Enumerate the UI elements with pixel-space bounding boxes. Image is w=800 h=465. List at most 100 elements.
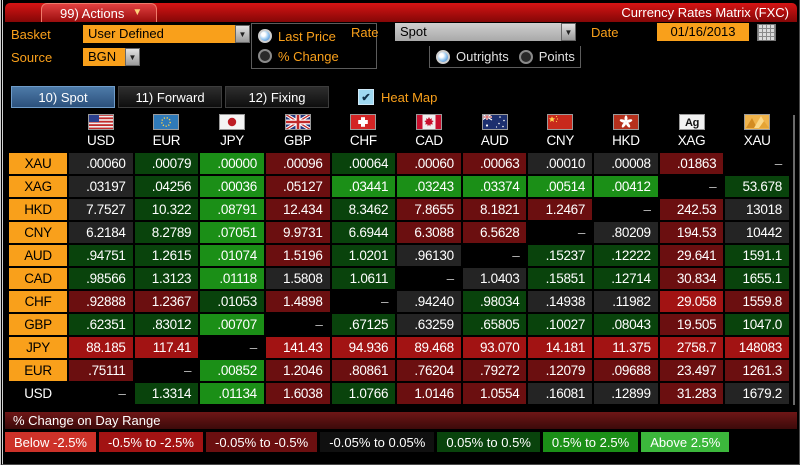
row-label-xau[interactable]: XAU [9, 153, 67, 174]
cell-usd-cad[interactable]: 1.0146 [397, 383, 461, 404]
cell-xag-cny[interactable]: .00514 [528, 176, 593, 197]
cell-cny-jpy[interactable]: .07051 [200, 222, 264, 243]
cell-cad-chf[interactable]: 1.0611 [331, 268, 396, 289]
row-label-aud[interactable]: AUD [9, 245, 67, 266]
cell-hkd-chf[interactable]: 8.3462 [331, 199, 396, 220]
cell-gbp-cad[interactable]: .63259 [397, 314, 461, 335]
cell-gbp-xag[interactable]: 19.505 [659, 314, 724, 335]
cell-jpy-hkd[interactable]: 11.375 [594, 337, 658, 358]
cell-aud-eur[interactable]: 1.2615 [134, 245, 199, 266]
cell-xau-jpy[interactable]: .00000 [200, 153, 264, 174]
cell-aud-chf[interactable]: 1.0201 [331, 245, 396, 266]
tab--spot[interactable]: 10) Spot [11, 86, 115, 108]
row-label-hkd[interactable]: HKD [9, 199, 67, 220]
cell-aud-xag[interactable]: 29.641 [659, 245, 724, 266]
cell-jpy-cny[interactable]: 14.181 [528, 337, 593, 358]
source-dropdown-arrow-icon[interactable]: ▼ [125, 48, 140, 66]
basket-dropdown-arrow-icon[interactable]: ▼ [235, 25, 250, 43]
cell-usd-eur[interactable]: 1.3314 [134, 383, 199, 404]
cell-xag-xau[interactable]: 53.678 [725, 176, 789, 197]
cell-xau-cad[interactable]: .00060 [397, 153, 461, 174]
cell-cny-xag[interactable]: 194.53 [659, 222, 724, 243]
row-label-cad[interactable]: CAD [9, 268, 67, 289]
basket-select[interactable]: User Defined [83, 25, 235, 43]
cell-cny-cny[interactable]: – [528, 222, 593, 243]
rate-dropdown-arrow-icon[interactable]: ▼ [561, 23, 576, 41]
col-header-jpy[interactable]: JPY [200, 133, 264, 149]
cell-hkd-usd[interactable]: 7.7527 [69, 199, 133, 220]
cell-usd-chf[interactable]: 1.0766 [331, 383, 396, 404]
cell-hkd-eur[interactable]: 10.322 [134, 199, 199, 220]
cell-chf-cny[interactable]: .14938 [528, 291, 593, 312]
cell-cad-xag[interactable]: 30.834 [659, 268, 724, 289]
cell-xag-xag[interactable]: – [659, 176, 724, 197]
cell-gbp-eur[interactable]: .83012 [134, 314, 199, 335]
cell-cny-hkd[interactable]: .80209 [594, 222, 658, 243]
cell-jpy-chf[interactable]: 94.936 [331, 337, 396, 358]
price-mode-radio-icon[interactable] [258, 49, 272, 63]
cell-cny-chf[interactable]: 6.6944 [331, 222, 396, 243]
cell-usd-usd[interactable]: – [69, 383, 133, 404]
col-header-xag[interactable]: XAG [660, 133, 724, 149]
source-select[interactable]: BGN [83, 48, 125, 66]
col-header-xau[interactable]: XAU [725, 133, 789, 149]
cell-cny-cad[interactable]: 6.3088 [397, 222, 461, 243]
tab--forward[interactable]: 11) Forward [118, 86, 222, 108]
cell-jpy-xag[interactable]: 2758.7 [659, 337, 724, 358]
cell-aud-cny[interactable]: .15237 [528, 245, 593, 266]
row-label-jpy[interactable]: JPY [9, 337, 67, 358]
cell-xau-gbp[interactable]: .00096 [265, 153, 330, 174]
cell-cny-usd[interactable]: 6.2184 [69, 222, 133, 243]
cell-jpy-cad[interactable]: 89.468 [397, 337, 461, 358]
col-header-aud[interactable]: AUD [463, 133, 527, 149]
cell-gbp-usd[interactable]: .62351 [69, 314, 133, 335]
cell-hkd-hkd[interactable]: – [594, 199, 658, 220]
col-header-chf[interactable]: CHF [332, 133, 396, 149]
cell-xau-xau[interactable]: – [725, 153, 789, 174]
cell-cny-gbp[interactable]: 9.9731 [265, 222, 330, 243]
cell-eur-chf[interactable]: .80861 [331, 360, 396, 381]
tab--fixing[interactable]: 12) Fixing [225, 86, 329, 108]
row-label-eur[interactable]: EUR [9, 360, 67, 381]
cell-xag-gbp[interactable]: .05127 [265, 176, 330, 197]
cell-gbp-chf[interactable]: .67125 [331, 314, 396, 335]
cell-cny-aud[interactable]: 6.5628 [462, 222, 527, 243]
cell-chf-usd[interactable]: .92888 [69, 291, 133, 312]
cell-chf-aud[interactable]: .98034 [462, 291, 527, 312]
cell-xau-cny[interactable]: .00010 [528, 153, 593, 174]
cell-gbp-hkd[interactable]: .08043 [594, 314, 658, 335]
rate-mode-radio-label[interactable]: Outrights [456, 49, 509, 64]
cell-chf-cad[interactable]: .94240 [397, 291, 461, 312]
cell-eur-usd[interactable]: .75111 [69, 360, 133, 381]
cell-eur-jpy[interactable]: .00852 [200, 360, 264, 381]
cell-xag-eur[interactable]: .04256 [134, 176, 199, 197]
cell-usd-cny[interactable]: .16081 [528, 383, 593, 404]
cell-chf-jpy[interactable]: .01053 [200, 291, 264, 312]
cell-aud-jpy[interactable]: .01074 [200, 245, 264, 266]
rate-mode-radio-icon[interactable] [518, 49, 533, 64]
cell-eur-eur[interactable]: – [134, 360, 199, 381]
cell-chf-gbp[interactable]: 1.4898 [265, 291, 330, 312]
cell-eur-aud[interactable]: .79272 [462, 360, 527, 381]
cell-gbp-cny[interactable]: .10027 [528, 314, 593, 335]
cell-gbp-jpy[interactable]: .00707 [200, 314, 264, 335]
row-label-xag[interactable]: XAG [9, 176, 67, 197]
cell-usd-hkd[interactable]: .12899 [594, 383, 658, 404]
cell-chf-xau[interactable]: 1559.8 [725, 291, 789, 312]
cell-jpy-jpy[interactable]: – [200, 337, 264, 358]
cell-cny-xau[interactable]: 10442 [725, 222, 789, 243]
cell-cad-usd[interactable]: .98566 [69, 268, 133, 289]
actions-menu-button[interactable]: 99) Actions ▼ [41, 3, 158, 22]
cell-xau-xag[interactable]: .01863 [659, 153, 724, 174]
col-header-gbp[interactable]: GBP [266, 133, 330, 149]
cell-eur-cad[interactable]: .76204 [397, 360, 461, 381]
cell-cad-xau[interactable]: 1655.1 [725, 268, 789, 289]
row-label-gbp[interactable]: GBP [9, 314, 67, 335]
cell-aud-hkd[interactable]: .12222 [594, 245, 658, 266]
cell-gbp-xau[interactable]: 1047.0 [725, 314, 789, 335]
cell-usd-xau[interactable]: 1679.2 [725, 383, 789, 404]
col-header-usd[interactable]: USD [69, 133, 133, 149]
cell-cad-hkd[interactable]: .12714 [594, 268, 658, 289]
cell-aud-gbp[interactable]: 1.5196 [265, 245, 330, 266]
cell-xag-jpy[interactable]: .00036 [200, 176, 264, 197]
